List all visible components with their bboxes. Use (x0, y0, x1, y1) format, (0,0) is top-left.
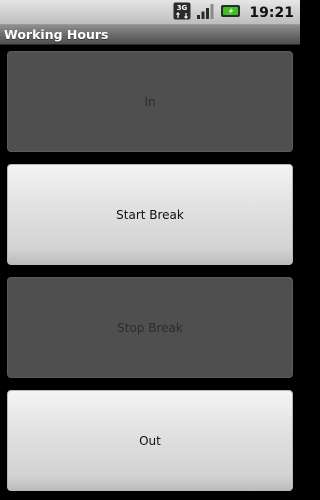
network-3g-icon: 3G (173, 2, 191, 24)
stop-break-button[interactable]: Stop Break (7, 277, 293, 378)
status-bar: 3G 19:21 (0, 0, 300, 25)
title-bar: Working Hours (0, 25, 300, 45)
out-button-label: Out (139, 433, 161, 448)
status-icons: 3G 19:21 (173, 2, 294, 23)
stop-break-button-label: Stop Break (117, 320, 183, 335)
in-button[interactable]: In (7, 51, 293, 152)
battery-charging-icon (220, 3, 242, 23)
out-button[interactable]: Out (7, 390, 293, 491)
in-button-label: In (144, 94, 156, 109)
signal-strength-icon (196, 2, 215, 24)
status-time: 19:21 (249, 4, 294, 21)
start-break-button[interactable]: Start Break (7, 164, 293, 265)
app-title: Working Hours (4, 27, 109, 42)
svg-text:3G: 3G (177, 4, 188, 12)
start-break-button-label: Start Break (116, 207, 184, 222)
